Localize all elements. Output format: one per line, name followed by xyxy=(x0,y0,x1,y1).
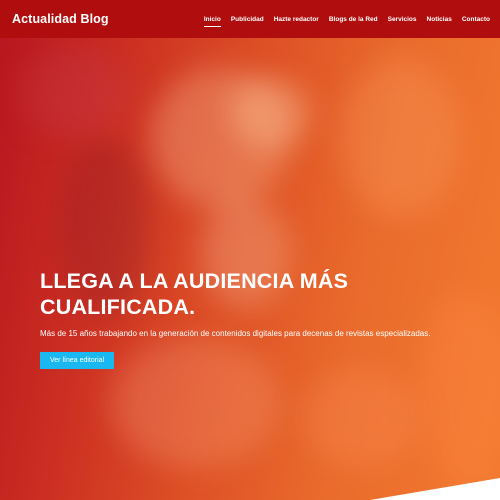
hero-content: LLEGA A LA AUDIENCIA MÁS CUALIFICADA. Má… xyxy=(40,268,480,369)
site-header: Actualidad Blog Inicio Publicidad Hazte … xyxy=(0,0,500,38)
ver-linea-editorial-button[interactable]: Ver línea editorial xyxy=(40,352,115,369)
nav-item-publicidad[interactable]: Publicidad xyxy=(231,16,264,23)
nav-item-contacto[interactable]: Contacto xyxy=(462,16,490,23)
hero-background-image xyxy=(340,58,460,218)
hero-background-image xyxy=(20,48,130,138)
hero-title: LLEGA A LA AUDIENCIA MÁS CUALIFICADA. xyxy=(40,269,349,319)
nav-item-noticias[interactable]: Noticias xyxy=(427,16,452,23)
nav-item-servicios[interactable]: Servicios xyxy=(388,16,417,23)
hero-background-image xyxy=(230,78,310,148)
section-divider-shape xyxy=(370,478,500,500)
hero-section: LLEGA A LA AUDIENCIA MÁS CUALIFICADA. Má… xyxy=(0,38,500,500)
site-logo[interactable]: Actualidad Blog xyxy=(12,12,109,26)
nav-item-inicio[interactable]: Inicio xyxy=(203,16,221,27)
main-nav: Inicio Publicidad Hazte redactor Blogs d… xyxy=(194,16,490,27)
nav-item-hazte-redactor[interactable]: Hazte redactor xyxy=(274,16,319,23)
nav-item-blogs-de-la-red[interactable]: Blogs de la Red xyxy=(329,16,378,23)
hero-background-image xyxy=(300,368,420,468)
hero-subtitle: Más de 15 años trabajando en la generaci… xyxy=(40,329,431,338)
